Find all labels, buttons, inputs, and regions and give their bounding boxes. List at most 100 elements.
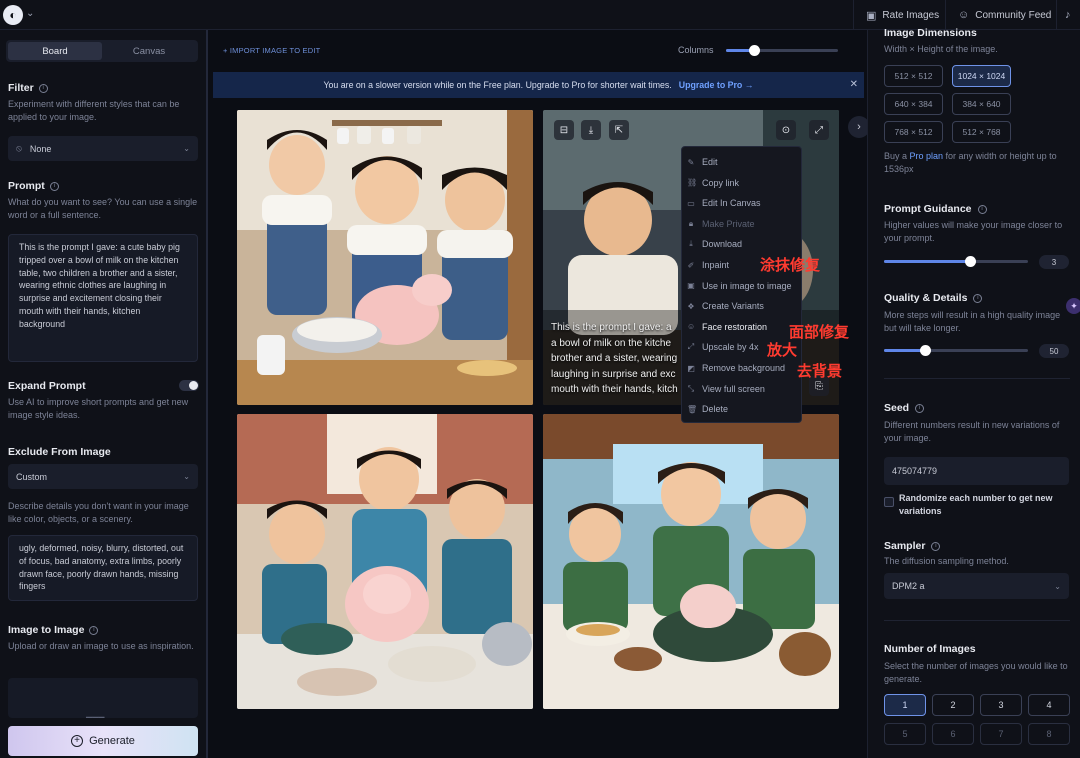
info-icon[interactable]: i	[915, 403, 925, 413]
canvas-icon[interactable]: ⊟	[554, 120, 574, 140]
menu-item-delete[interactable]: 🗑︎ Delete	[687, 400, 797, 418]
num-images-option[interactable]: 7	[980, 723, 1022, 745]
top-bar: ◐ ⌄ ▣ Rate Images ☺ Community Feed ♪	[0, 0, 1080, 30]
chevron-down-icon: ⌄	[1054, 581, 1061, 591]
filter-value: None	[29, 143, 52, 154]
menu-item-face-restoration[interactable]: ☺ Face restoration	[687, 318, 797, 336]
trash-icon: 🗑︎	[687, 404, 698, 414]
prompt-overlay-line: brother and a sister, wearing	[551, 353, 678, 364]
prompt-overlay-line: mouth with their hands, kitch	[551, 384, 678, 395]
generated-image-1[interactable]	[237, 110, 533, 405]
quality-slider-thumb[interactable]	[920, 345, 931, 356]
sampler-select[interactable]: DPM2 a ⌄	[884, 573, 1069, 599]
num-images-option[interactable]: 3	[980, 694, 1022, 716]
num-images-desc: Select the number of images you would li…	[884, 661, 1068, 684]
menu-item-edit[interactable]: ✎ Edit	[687, 153, 797, 171]
guidance-value[interactable]: 3	[1039, 255, 1069, 269]
info-icon[interactable]: i	[931, 541, 941, 551]
more-icon[interactable]: ⊙	[776, 120, 796, 140]
dimension-option[interactable]: 512 × 768	[952, 121, 1011, 143]
download-icon[interactable]: ⤓	[581, 120, 601, 140]
num-images-option-selected[interactable]: 1	[884, 694, 926, 716]
rate-images-tab[interactable]: ▣ Rate Images	[853, 0, 951, 30]
exclude-desc: Describe details you don't want in your …	[8, 501, 189, 524]
menu-item-remove-background[interactable]: ◩ Remove background	[687, 359, 797, 377]
num-images-option[interactable]: 8	[1028, 723, 1070, 745]
tab-board[interactable]: Board	[8, 42, 102, 60]
columns-slider-thumb[interactable]	[749, 45, 760, 56]
expand-prompt-title: Expand Prompt	[8, 380, 86, 392]
negative-prompt-input[interactable]: ugly, deformed, noisy, blurry, distorted…	[8, 535, 198, 601]
brush-icon: ✐	[687, 260, 695, 270]
upgrade-banner: You are on a slower version while on the…	[213, 72, 864, 98]
image-upload-area[interactable]: ▁▁▁	[8, 678, 198, 718]
randomize-checkbox[interactable]	[884, 497, 894, 507]
menu-item-view-full-screen[interactable]: ⤡ View full screen	[687, 380, 797, 398]
close-icon[interactable]: ✕	[850, 79, 858, 90]
generated-image-3[interactable]	[237, 414, 533, 709]
seed-desc: Different numbers result in new variatio…	[884, 420, 1060, 443]
filter-select[interactable]: ⦸ None ⌄	[8, 136, 198, 161]
community-feed-label: Community Feed	[975, 9, 1052, 21]
pro-plan-link[interactable]: Pro plan	[910, 151, 944, 161]
menu-item-edit-in-canvas[interactable]: ▭ Edit In Canvas	[687, 194, 797, 212]
kitchen-children-pig-image	[237, 110, 533, 405]
tab-canvas[interactable]: Canvas	[102, 42, 196, 60]
dimension-option[interactable]: 640 × 384	[884, 93, 943, 115]
app-logo-icon[interactable]: ◐	[3, 5, 23, 25]
guidance-desc: Higher values will make your image close…	[884, 220, 1063, 243]
menu-item-label: Edit In Canvas	[702, 198, 761, 209]
chevron-down-icon[interactable]: ⌄	[26, 8, 34, 19]
notifications-button[interactable]: ♪	[1056, 0, 1079, 30]
info-icon[interactable]: i	[38, 83, 48, 93]
exclude-select[interactable]: Custom ⌄	[8, 464, 198, 489]
generated-image-4[interactable]	[543, 414, 839, 709]
seed-input[interactable]: 475074779	[884, 457, 1069, 485]
num-images-option[interactable]: 4	[1028, 694, 1070, 716]
expand-icon[interactable]: ⤢	[809, 120, 829, 140]
menu-item-use-in-image-to-image[interactable]: ▣ Use in image to image	[687, 277, 797, 295]
prompt-input[interactable]: This is the prompt I gave: a cute baby p…	[8, 234, 198, 362]
dimension-option[interactable]: 384 × 640	[952, 93, 1011, 115]
menu-item-label: Use in image to image	[702, 280, 792, 291]
dimensions-desc: Width × Height of the image.	[884, 44, 998, 54]
community-feed-tab[interactable]: ☺ Community Feed	[945, 0, 1063, 30]
guidance-slider-thumb[interactable]	[965, 256, 976, 267]
expand-prompt-toggle[interactable]	[179, 380, 199, 391]
upgrade-link[interactable]: Upgrade to Pro →	[679, 80, 754, 90]
left-sidebar: Board Canvas Filter i Experiment with di…	[0, 30, 208, 758]
share-icon[interactable]: ⇱	[609, 120, 629, 140]
num-images-option[interactable]: 2	[932, 694, 974, 716]
menu-item-create-variants[interactable]: ❖ Create Variants	[687, 297, 797, 315]
seed-title-text: Seed	[884, 402, 910, 414]
prompt-title-text: Prompt	[8, 180, 45, 192]
menu-item-copy-link[interactable]: ⛓ Copy link	[687, 174, 797, 192]
info-icon[interactable]: i	[89, 625, 99, 635]
dimension-option-selected[interactable]: 1024 × 1024	[952, 65, 1011, 87]
prompt-overlay-line: laughing in surprise and exc	[551, 368, 676, 380]
info-icon[interactable]: i	[49, 181, 59, 191]
num-images-option[interactable]: 5	[884, 723, 926, 745]
filter-title-text: Filter	[8, 82, 34, 94]
guidance-slider-fill	[884, 260, 970, 263]
dimension-option[interactable]: 768 × 512	[884, 121, 943, 143]
dimensions-title: Image Dimensions	[884, 27, 977, 39]
dimension-option[interactable]: 512 × 512	[884, 65, 943, 87]
menu-item-label: Edit	[702, 157, 718, 167]
info-icon[interactable]: i	[973, 293, 983, 303]
sampler-desc: The diffusion sampling method.	[884, 556, 1009, 566]
quality-value[interactable]: 50	[1039, 344, 1069, 358]
num-images-option[interactable]: 6	[932, 723, 974, 745]
menu-item-label: Copy link	[702, 177, 740, 188]
generate-button[interactable]: + Generate	[8, 726, 198, 756]
menu-item-make-private[interactable]: 🔒︎ Make Private	[687, 215, 797, 233]
banner-text: You are on a slower version while on the…	[323, 80, 672, 90]
divider	[884, 378, 1070, 379]
quality-desc: More steps will result in a high quality…	[884, 310, 1061, 333]
info-icon[interactable]: i	[977, 204, 987, 214]
num-images-title: Number of Images	[884, 643, 976, 655]
menu-item-download[interactable]: ⤓ Download	[687, 235, 797, 253]
import-image-link[interactable]: + IMPORT IMAGE TO EDIT	[223, 46, 320, 55]
exclude-title: Exclude From Image	[8, 446, 111, 458]
randomize-label[interactable]: Randomize each number to get new variati…	[899, 492, 1071, 518]
